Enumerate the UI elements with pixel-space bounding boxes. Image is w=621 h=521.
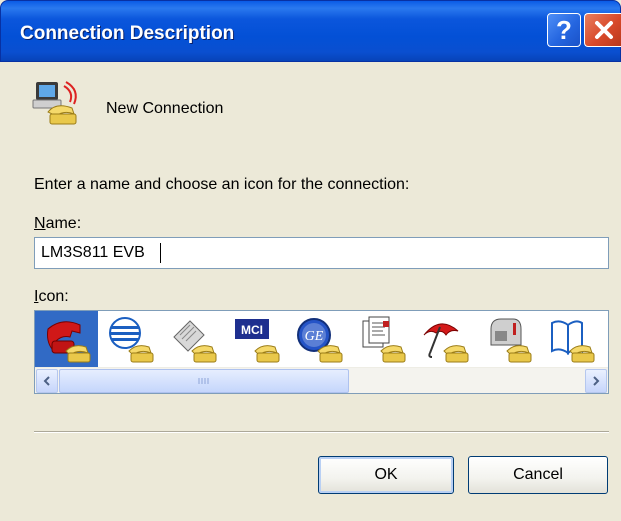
scroll-right-button[interactable] (585, 369, 607, 393)
icon-option-fax[interactable] (161, 311, 224, 367)
icon-option-mci[interactable]: MCI (224, 311, 287, 367)
name-label: Name: (34, 215, 81, 233)
umbrella-phone-icon (423, 323, 468, 363)
mci-phone-icon: MCI (234, 319, 279, 363)
documents-phone-icon (362, 316, 405, 363)
red-phone-icon (46, 321, 90, 363)
icon-option-red-phone[interactable] (35, 311, 98, 367)
chevron-left-icon (43, 376, 50, 386)
name-label-rest: ame: (45, 215, 82, 232)
close-icon (594, 21, 613, 39)
icon-option-documents[interactable] (350, 311, 413, 367)
globe-phone-icon (108, 317, 153, 363)
mci-text: MCI (241, 323, 263, 337)
cancel-button[interactable]: Cancel (468, 456, 608, 494)
close-button[interactable] (584, 13, 621, 47)
connection-name: New Connection (106, 100, 224, 117)
name-label-accel: N (34, 215, 46, 232)
icon-option-globe[interactable] (98, 311, 161, 367)
scrollbar-thumb[interactable] (59, 369, 349, 393)
mailbox-phone-icon (490, 318, 531, 363)
help-button[interactable]: ? (547, 13, 581, 47)
text-caret (160, 243, 161, 263)
scroll-left-button[interactable] (36, 369, 58, 393)
instruction-text: Enter a name and choose an icon for the … (34, 176, 410, 193)
icon-label-rest: con: (38, 288, 69, 305)
horizontal-scrollbar[interactable] (35, 367, 608, 393)
icon-option-book[interactable] (539, 311, 602, 367)
icon-list[interactable]: MCI GE (34, 310, 609, 394)
phone-computer-icon (32, 81, 77, 125)
divider (34, 431, 609, 433)
title-bar[interactable]: Connection Description ? (0, 0, 621, 62)
fax-phone-icon (172, 320, 216, 363)
name-input[interactable] (34, 237, 609, 269)
ge-text: GE (304, 329, 323, 344)
book-phone-icon (550, 320, 594, 363)
ok-button[interactable]: OK (318, 456, 454, 494)
ge-phone-icon: GE (296, 318, 342, 363)
chevron-right-icon (593, 376, 600, 386)
icon-option-mailbox[interactable] (476, 311, 539, 367)
icon-option-umbrella[interactable] (413, 311, 476, 367)
icon-option-ge[interactable]: GE (287, 311, 350, 367)
help-icon: ? (556, 15, 572, 45)
window-title: Connection Description (20, 23, 235, 44)
grip-icon (198, 378, 209, 384)
icon-label: Icon: (34, 288, 69, 306)
icon-row: MCI GE (35, 311, 602, 367)
